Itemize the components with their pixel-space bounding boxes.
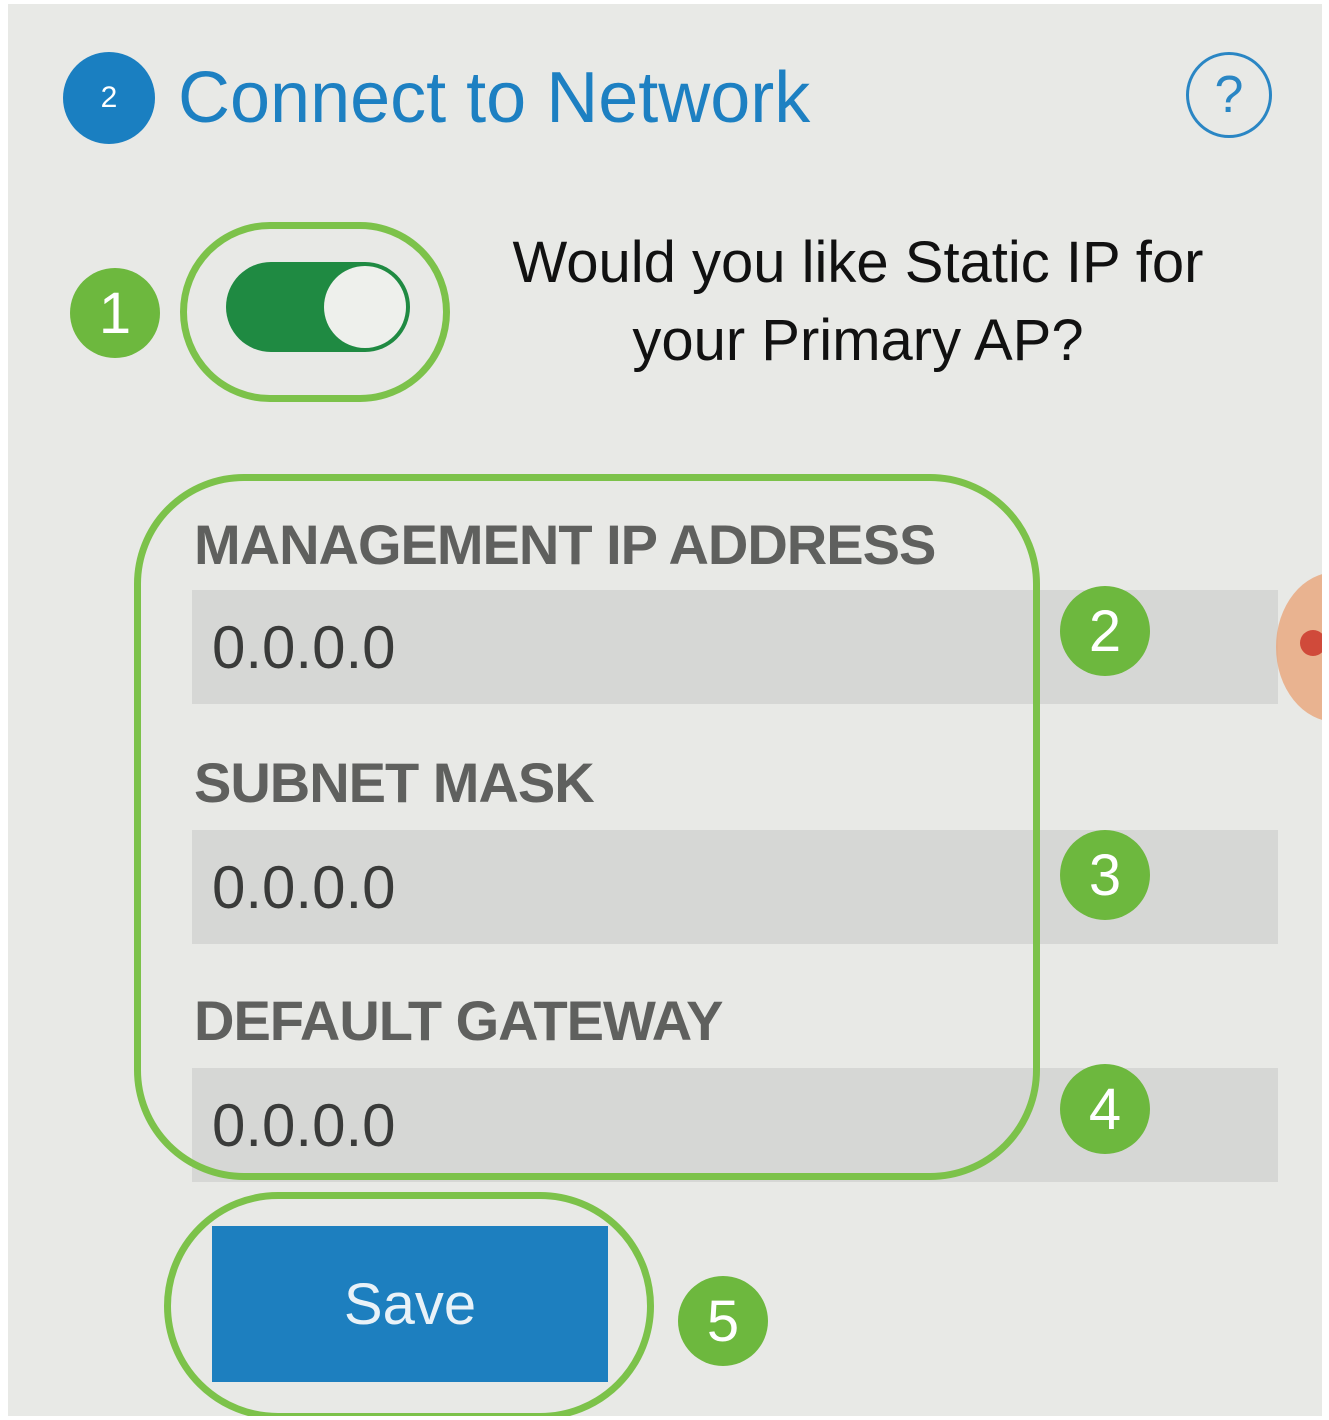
- help-button[interactable]: ?: [1186, 52, 1272, 138]
- callout-badge-3: 3: [1060, 830, 1150, 920]
- callout-badge-4: 4: [1060, 1064, 1150, 1154]
- callout-ring-fields: [134, 474, 1040, 1180]
- page-title: Connect to Network: [178, 58, 811, 138]
- callout-ring-save: [164, 1192, 654, 1416]
- callout-badge-2: 2: [1060, 586, 1150, 676]
- step-number-badge: 2: [63, 52, 155, 144]
- callout-ring-toggle: [180, 222, 450, 402]
- callout-badge-5: 5: [678, 1276, 768, 1366]
- setup-panel: 2 Connect to Network ? Would you like St…: [8, 4, 1322, 1416]
- edge-status-dot: [1300, 630, 1322, 656]
- callout-badge-1: 1: [70, 268, 160, 358]
- static-ip-question: Would you like Static IP for your Primar…: [512, 230, 1204, 373]
